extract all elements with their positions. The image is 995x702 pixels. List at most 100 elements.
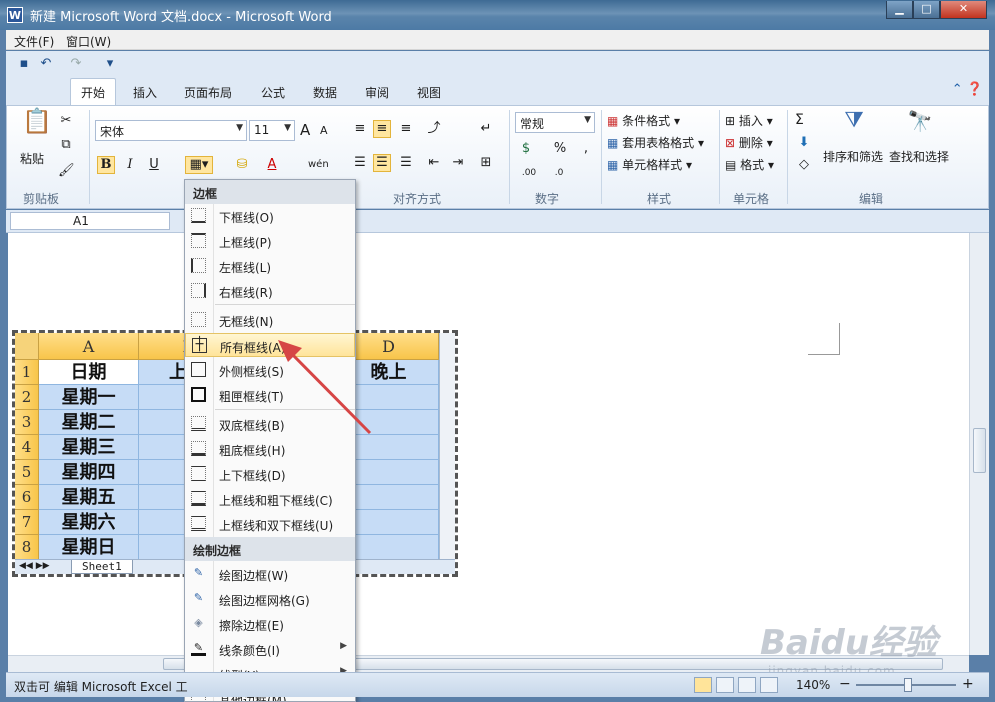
font-color-icon[interactable]: A [263, 156, 281, 174]
row-header[interactable]: 6 [15, 485, 39, 510]
fill-color-icon[interactable]: ⛁ [233, 156, 251, 174]
cell-a5[interactable]: 星期四 [39, 460, 139, 485]
close-button[interactable]: ✕ [940, 1, 987, 19]
tab-data[interactable]: 数据 [313, 82, 337, 103]
insert-cells-button[interactable]: ⊞ 插入 ▾ [725, 112, 773, 129]
align-top-icon[interactable]: ≡ [351, 120, 369, 138]
borders-button[interactable]: ▦▾ [185, 156, 213, 174]
sheet-nav-arrows[interactable]: ◀◀ ▶▶ [19, 561, 50, 571]
decrease-decimal-icon[interactable]: .0 [547, 164, 571, 182]
row-header[interactable]: 8 [15, 535, 39, 560]
row-header[interactable]: 4 [15, 435, 39, 460]
paste-button[interactable]: 粘贴 [20, 150, 44, 167]
align-bottom-icon[interactable]: ≡ [397, 120, 415, 138]
menu-item-bottom-border[interactable]: 下框线(O) [185, 204, 355, 228]
row-header[interactable]: 5 [15, 460, 39, 485]
align-middle-icon[interactable]: ≡ [373, 120, 391, 138]
zoom-in-button[interactable]: + [962, 676, 974, 692]
row-header[interactable]: 2 [15, 385, 39, 410]
bold-button[interactable]: B [97, 156, 115, 174]
phonetic-icon[interactable]: wén [307, 156, 329, 174]
word-app-icon[interactable]: W [7, 7, 23, 23]
find-select-button[interactable]: 查找和选择 [889, 148, 949, 165]
cell-a1[interactable]: 日期 [39, 360, 139, 385]
menu-item-top-bottom-border[interactable]: 上下框线(D) [185, 462, 355, 486]
row-header[interactable]: 1 [15, 360, 39, 385]
fill-icon[interactable]: ⬇ [795, 134, 813, 152]
copy-icon[interactable]: ⧉ [57, 136, 75, 154]
maximize-button[interactable]: □ [913, 1, 940, 19]
undo-icon[interactable]: ↶ [38, 56, 54, 72]
help-icon[interactable]: ⌃ ❓ [952, 82, 983, 97]
save-icon[interactable]: ▪ [16, 56, 32, 72]
cut-icon[interactable]: ✂ [57, 112, 75, 130]
web-layout-view-button[interactable] [738, 677, 756, 693]
tab-insert[interactable]: 插入 [133, 82, 157, 103]
menu-item-line-color[interactable]: ✎ 线条颜色(I) ▶ [185, 637, 355, 661]
increase-indent-icon[interactable]: ⇥ [449, 154, 467, 172]
font-name-combo[interactable]: 宋体 ▼ [95, 120, 247, 141]
menu-file[interactable]: 文件(F) [14, 33, 54, 50]
menu-window[interactable]: 窗口(W) [66, 33, 111, 50]
column-header[interactable]: A [39, 333, 139, 360]
menu-item-erase-border[interactable]: ◈ 擦除边框(E) [185, 612, 355, 636]
menu-item-draw-border-grid[interactable]: ✎ 绘图边框网格(G) [185, 587, 355, 611]
cell-a8[interactable]: 星期日 [39, 535, 139, 560]
number-format-combo[interactable]: 常规 ▼ [515, 112, 595, 133]
percent-button[interactable]: % [551, 140, 569, 158]
font-size-combo[interactable]: 11 ▼ [249, 120, 295, 141]
row-header[interactable]: 7 [15, 510, 39, 535]
autosum-button[interactable]: Σ [795, 112, 804, 128]
vertical-scrollbar[interactable] [969, 233, 989, 655]
menu-item-right-border[interactable]: 右框线(R) [185, 279, 355, 303]
binoculars-icon[interactable]: 🔭 [905, 111, 935, 142]
customize-qat-icon[interactable]: ▾ [102, 56, 118, 72]
underline-button[interactable]: U [145, 156, 163, 174]
cell-a2[interactable]: 星期一 [39, 385, 139, 410]
decrease-indent-icon[interactable]: ⇤ [425, 154, 443, 172]
merge-center-icon[interactable]: ⊞ [477, 154, 495, 172]
zoom-level[interactable]: 140% [796, 678, 830, 692]
name-box[interactable]: A1 [10, 212, 170, 230]
align-center-icon[interactable]: ☰ [373, 154, 391, 172]
minimize-button[interactable]: ▁ [886, 1, 913, 19]
select-all-corner[interactable] [15, 333, 39, 360]
cell-styles-button[interactable]: ▦ 单元格样式 ▾ [607, 156, 692, 173]
tab-view[interactable]: 视图 [417, 82, 441, 103]
format-cells-button[interactable]: ▤ 格式 ▾ [725, 156, 774, 173]
italic-button[interactable]: I [121, 156, 139, 174]
tab-formulas[interactable]: 公式 [261, 82, 285, 103]
orientation-icon[interactable]: ⤴ [425, 120, 443, 138]
cell-a4[interactable]: 星期三 [39, 435, 139, 460]
format-painter-icon[interactable]: 🖌 [57, 162, 75, 180]
currency-icon[interactable]: $ [517, 140, 535, 158]
menu-item-top-border[interactable]: 上框线(P) [185, 229, 355, 253]
vertical-scroll-thumb[interactable] [973, 428, 986, 473]
delete-cells-button[interactable]: ⊠ 删除 ▾ [725, 134, 773, 151]
menu-item-left-border[interactable]: 左框线(L) [185, 254, 355, 278]
sheet-tab[interactable]: Sheet1 [71, 560, 133, 574]
row-header[interactable]: 3 [15, 410, 39, 435]
zoom-slider-thumb[interactable] [904, 678, 912, 692]
menu-item-top-double-bottom-border[interactable]: 上框线和双下框线(U) [185, 512, 355, 536]
paste-icon[interactable]: 📋 [21, 109, 52, 144]
format-as-table-button[interactable]: ▦ 套用表格格式 ▾ [607, 134, 704, 151]
menu-item-draw-border[interactable]: ✎ 绘图边框(W) [185, 562, 355, 586]
redo-icon[interactable]: ↷ [68, 56, 84, 72]
tab-page-layout[interactable]: 页面布局 [184, 82, 232, 103]
align-right-icon[interactable]: ☰ [397, 154, 415, 172]
comma-button[interactable]: , [577, 140, 595, 158]
align-left-icon[interactable]: ☰ [351, 154, 369, 172]
tab-review[interactable]: 审阅 [365, 82, 389, 103]
cell-a6[interactable]: 星期五 [39, 485, 139, 510]
tab-home[interactable]: 开始 [70, 78, 117, 106]
cell-a3[interactable]: 星期二 [39, 410, 139, 435]
full-screen-view-button[interactable] [716, 677, 734, 693]
print-layout-view-button[interactable] [694, 677, 712, 693]
sort-filter-button[interactable]: 排序和筛选 [823, 148, 883, 165]
outline-view-button[interactable] [760, 677, 778, 693]
clear-icon[interactable]: ◇ [795, 156, 813, 174]
increase-decimal-icon[interactable]: .00 [517, 164, 541, 182]
menu-item-thick-bottom-border[interactable]: 粗底框线(H) [185, 437, 355, 461]
grow-font-button[interactable]: A [300, 121, 310, 139]
